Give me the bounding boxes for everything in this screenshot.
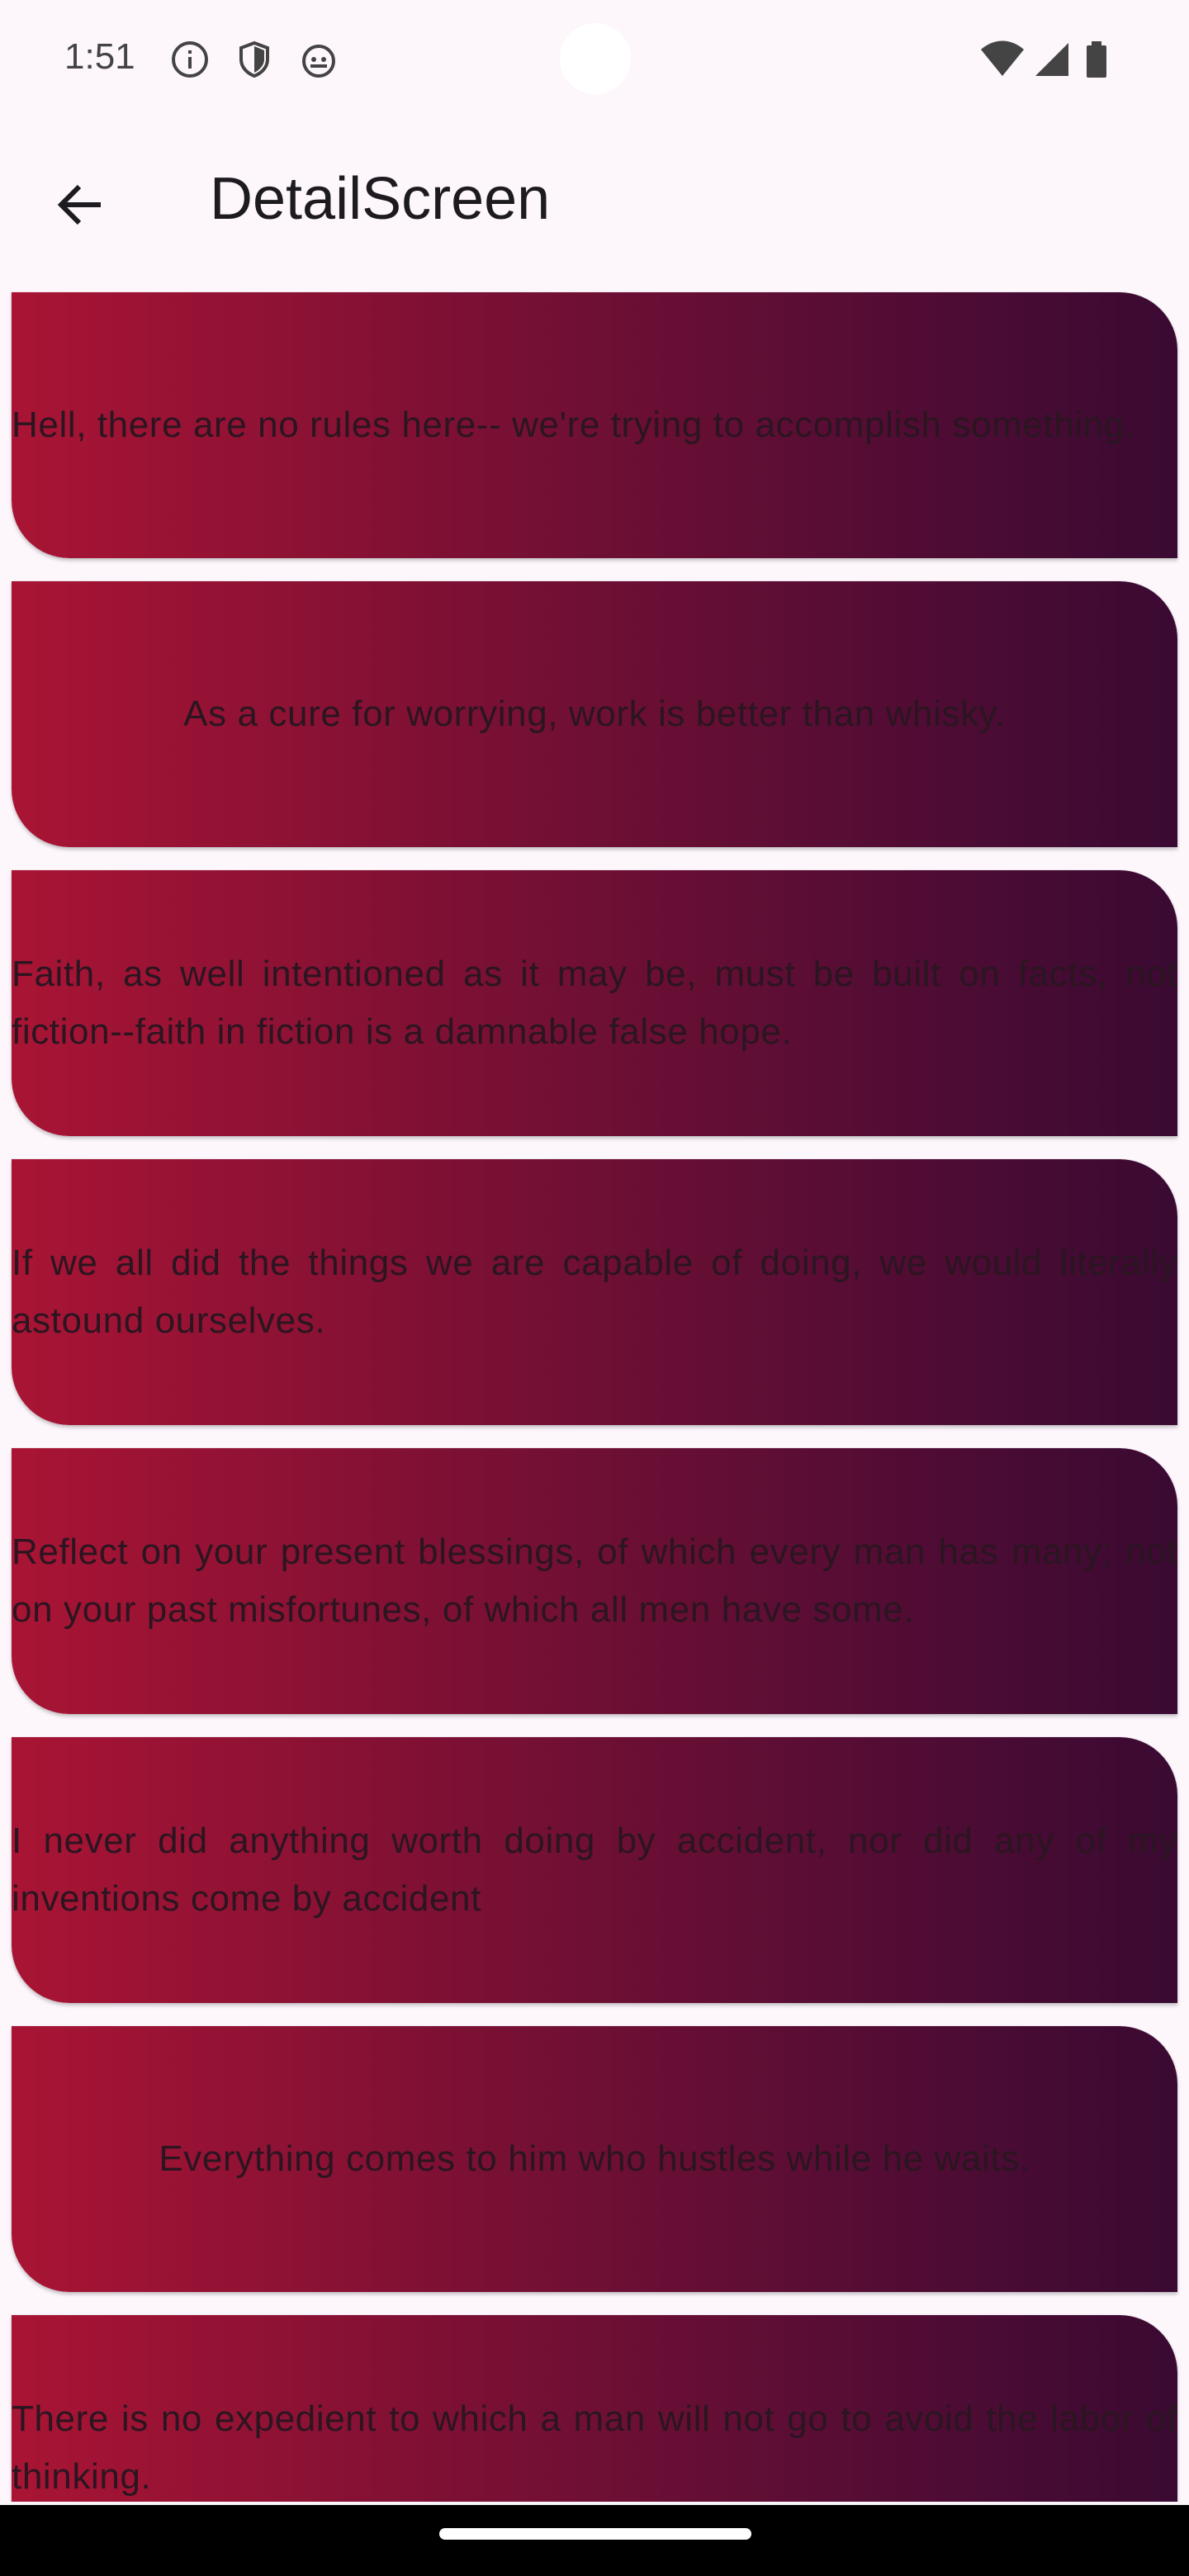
app-bar: DetailScreen	[0, 124, 1189, 281]
quote-list[interactable]: Hell, there are no rules here-- we're tr…	[0, 289, 1189, 2502]
camera-cutout	[560, 23, 631, 94]
wifi-icon	[979, 40, 1026, 79]
quote-text: I never did anything worth doing by acci…	[12, 1821, 1177, 1919]
back-button[interactable]	[43, 168, 119, 244]
quote-text: Everything comes to him who hustles whil…	[159, 2138, 1030, 2179]
home-indicator[interactable]	[439, 2528, 751, 2540]
info-icon	[170, 40, 210, 79]
navigation-bar	[0, 2505, 1189, 2576]
battery-icon	[1080, 40, 1113, 79]
quote-card[interactable]: Reflect on your present blessings, of wh…	[12, 1448, 1177, 1714]
quote-text: There is no expedient to which a man wil…	[12, 2398, 1177, 2497]
status-time: 1:51	[64, 36, 135, 77]
quote-text: If we all did the things we are capable …	[12, 1243, 1177, 1341]
quote-text: As a cure for worrying, work is better t…	[183, 694, 1006, 734]
quote-card[interactable]: As a cure for worrying, work is better t…	[12, 581, 1177, 847]
quote-text: Faith, as well intentioned as it may be,…	[12, 954, 1177, 1052]
page-title: DetailScreen	[210, 166, 551, 232]
quote-text: Hell, there are no rules here-- we're tr…	[12, 405, 1135, 445]
quote-card[interactable]: Everything comes to him who hustles whil…	[12, 2026, 1177, 2292]
quote-card[interactable]: Faith, as well intentioned as it may be,…	[12, 870, 1177, 1136]
status-bar: 1:51	[0, 0, 1189, 124]
arrow-back-icon	[54, 178, 107, 235]
shield-icon	[234, 40, 274, 79]
signal-icon	[1032, 40, 1072, 79]
quote-card[interactable]: If we all did the things we are capable …	[12, 1159, 1177, 1425]
quote-card[interactable]: I never did anything worth doing by acci…	[12, 1737, 1177, 2003]
quote-text: Reflect on your present blessings, of wh…	[12, 1532, 1177, 1630]
quote-card[interactable]: There is no expedient to which a man wil…	[12, 2315, 1177, 2502]
android-icon	[299, 40, 339, 79]
quote-card[interactable]: Hell, there are no rules here-- we're tr…	[12, 292, 1177, 558]
